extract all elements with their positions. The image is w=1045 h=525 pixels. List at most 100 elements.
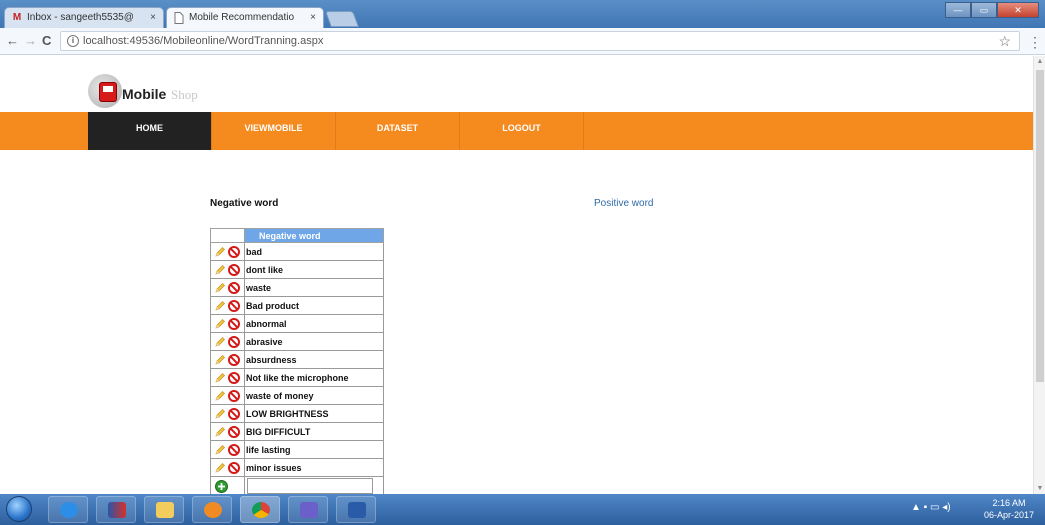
add-cell — [210, 476, 245, 494]
table-row: LOW BRIGHTNESS — [210, 404, 384, 423]
browser-menu-icon[interactable]: ⋮ — [1028, 31, 1042, 53]
grid-add-row — [210, 476, 384, 494]
pencil-icon[interactable] — [214, 372, 226, 384]
forward-button[interactable]: → — [24, 32, 37, 50]
url-text[interactable]: localhost:49536/Mobileonline/WordTrannin… — [83, 35, 323, 47]
close-window-button[interactable]: ✕ — [997, 2, 1039, 18]
pencil-icon[interactable] — [214, 390, 226, 402]
taskbar-vlc[interactable] — [192, 496, 232, 523]
table-row: waste — [210, 278, 384, 297]
star-icon[interactable]: ☆ — [998, 33, 1011, 50]
negative-word-cell: life lasting — [244, 440, 384, 459]
scroll-up-icon[interactable]: ▲ — [1034, 58, 1045, 65]
pencil-icon[interactable] — [214, 264, 226, 276]
taskbar-media[interactable] — [96, 496, 136, 523]
tray-icons[interactable]: ▲ ▪ ▭ ◂) — [911, 502, 951, 513]
tab-gmail-inbox[interactable]: M Inbox - sangeeth5535@ × — [4, 7, 164, 28]
phone-icon — [100, 83, 116, 101]
pencil-icon[interactable] — [214, 282, 226, 294]
delete-icon[interactable] — [228, 335, 240, 348]
browser-tab-strip: M Inbox - sangeeth5535@ × Mobile Recomme… — [0, 0, 1045, 28]
negative-word-cell: waste of money — [244, 386, 384, 405]
url-field[interactable]: i localhost:49536/Mobileonline/WordTrann… — [60, 31, 1020, 51]
table-row: life lasting — [210, 440, 384, 459]
table-row: Not like the microphone — [210, 368, 384, 387]
pencil-icon[interactable] — [214, 444, 226, 456]
delete-icon[interactable] — [228, 407, 240, 420]
taskbar-explorer[interactable] — [144, 496, 184, 523]
menu-item-dataset[interactable]: DATASET — [336, 112, 460, 150]
negative-word-cell: dont like — [244, 260, 384, 279]
menu-item-logout[interactable]: LOGOUT — [460, 112, 584, 150]
delete-icon[interactable] — [228, 317, 240, 330]
taskbar-chrome[interactable] — [240, 496, 280, 523]
pencil-icon[interactable] — [214, 462, 226, 474]
menu-item-viewmobile[interactable]: VIEWMOBILE — [212, 112, 336, 150]
logo-text-light: Shop — [171, 87, 198, 102]
taskbar-word[interactable] — [336, 496, 376, 523]
folder-icon — [156, 502, 174, 518]
tab-label: Inbox - sangeeth5535@ — [27, 12, 134, 23]
row-actions — [210, 440, 245, 459]
pencil-icon[interactable] — [214, 246, 226, 258]
add-icon[interactable] — [215, 479, 228, 493]
table-row: minor issues — [210, 458, 384, 477]
delete-icon[interactable] — [228, 245, 240, 258]
delete-icon[interactable] — [228, 281, 240, 294]
delete-icon[interactable] — [228, 353, 240, 366]
menu-item-home[interactable]: HOME — [88, 112, 212, 150]
tab-mobile-recommendation[interactable]: Mobile Recommendatio × — [166, 7, 324, 28]
word-icon — [348, 502, 366, 518]
maximize-button[interactable]: ▭ — [971, 2, 997, 18]
grid-header-negative-word: Negative word — [244, 228, 384, 243]
negative-word-cell: abnormal — [244, 314, 384, 333]
row-actions — [210, 332, 245, 351]
reload-button[interactable]: C — [42, 32, 51, 50]
delete-icon[interactable] — [228, 263, 240, 276]
delete-icon[interactable] — [228, 299, 240, 312]
close-icon[interactable]: × — [150, 8, 156, 28]
pencil-icon[interactable] — [214, 426, 226, 438]
pencil-icon[interactable] — [214, 408, 226, 420]
clock-time[interactable]: 2:16 AM — [983, 498, 1035, 508]
pencil-icon[interactable] — [214, 336, 226, 348]
taskbar-visual-studio[interactable] — [288, 496, 328, 523]
row-actions — [210, 278, 245, 297]
scroll-down-icon[interactable]: ▼ — [1034, 485, 1045, 492]
new-tab-button[interactable] — [325, 11, 359, 27]
tab-label: Mobile Recommendatio — [189, 12, 295, 23]
info-icon[interactable]: i — [67, 35, 79, 47]
negative-word-cell: waste — [244, 278, 384, 297]
delete-icon[interactable] — [228, 443, 240, 456]
new-word-input[interactable] — [247, 478, 373, 494]
delete-icon[interactable] — [228, 425, 240, 438]
row-actions — [210, 242, 245, 261]
grid-header-row: Negative word — [210, 228, 384, 243]
gmail-icon: M — [12, 12, 22, 23]
address-bar-row: ← → C i localhost:49536/Mobileonline/Wor… — [0, 28, 1045, 55]
table-row: BIG DIFFICULT — [210, 422, 384, 441]
pencil-icon[interactable] — [214, 354, 226, 366]
negative-word-cell: Not like the microphone — [244, 368, 384, 387]
delete-icon[interactable] — [228, 371, 240, 384]
start-button[interactable] — [6, 496, 32, 522]
delete-icon[interactable] — [228, 389, 240, 402]
clock-date[interactable]: 06-Apr-2017 — [983, 510, 1035, 520]
scroll-thumb[interactable] — [1036, 70, 1044, 382]
page-scrollbar[interactable]: ▲ ▼ — [1033, 56, 1045, 494]
back-button[interactable]: ← — [6, 32, 19, 50]
pencil-icon[interactable] — [214, 300, 226, 312]
close-icon[interactable]: × — [310, 8, 316, 28]
row-actions — [210, 350, 245, 369]
positive-word-link[interactable]: Positive word — [594, 198, 653, 209]
pencil-icon[interactable] — [214, 318, 226, 330]
row-actions — [210, 422, 245, 441]
delete-icon[interactable] — [228, 461, 240, 474]
taskbar-ie[interactable] — [48, 496, 88, 523]
minimize-button[interactable]: — — [945, 2, 971, 18]
table-row: dont like — [210, 260, 384, 279]
chrome-icon — [252, 502, 270, 518]
window-controls: — ▭ ✕ — [945, 2, 1039, 18]
grid-header-blank — [210, 228, 245, 243]
player-icon — [204, 502, 222, 518]
